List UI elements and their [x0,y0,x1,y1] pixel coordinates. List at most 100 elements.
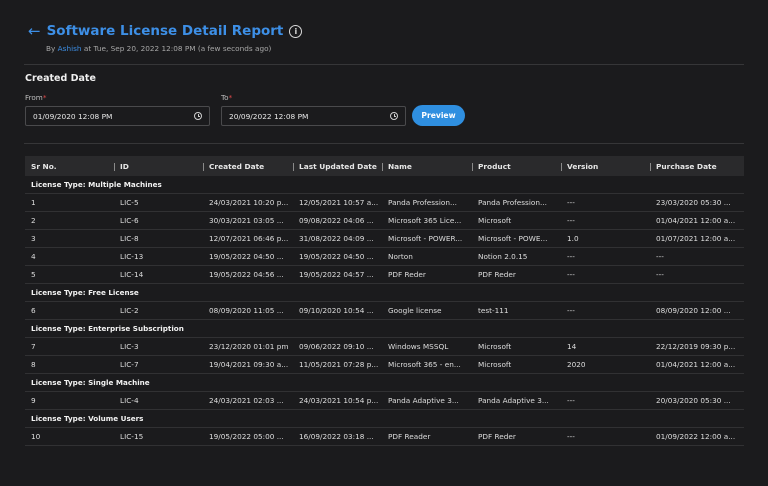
preview-button[interactable]: Preview [412,105,465,126]
table-cell: LIC-2 [120,306,139,315]
column-header-sr-no[interactable]: Sr No. [25,162,114,171]
table-cell: --- [656,252,664,261]
table-row[interactable]: 8 LIC-7 19/04/2021 09:30 a... 11/05/2021 07… [25,356,744,374]
table-cell: PDF Reder [478,270,516,279]
column-header-id[interactable]: ID [114,162,203,171]
table-cell: 19/05/2022 04:50 ... [299,252,374,261]
table-cell: 31/08/2022 04:09 ... [299,234,374,243]
to-date-value: 20/09/2022 12:08 PM [229,111,309,121]
license-table: Sr No. ID Created Date Last Updated Date… [25,156,744,446]
table-cell: 08/09/2020 12:00 ... [656,306,731,315]
table-cell: test-111 [478,306,509,315]
table-cell: 24/03/2021 02:03 ... [209,396,284,405]
table-cell: --- [567,396,575,405]
table-cell: 2 [31,216,36,225]
header-divider [24,64,744,65]
from-date-input[interactable]: 01/09/2020 12:08 PM [25,106,210,126]
table-cell: 30/03/2021 03:05 ... [209,216,284,225]
report-byline: By Ashish at Tue, Sep 20, 2022 12:08 PM … [46,44,302,53]
table-row[interactable]: 7 LIC-3 23/12/2020 01:01 pm 09/06/2022 09:1… [25,338,744,356]
table-cell: 22/12/2019 09:30 p... [656,342,736,351]
table-cell: 23/03/2020 05:30 ... [656,198,731,207]
table-cell: 4 [31,252,36,261]
clock-icon[interactable] [194,112,202,120]
back-arrow-icon[interactable]: ← [28,22,41,40]
clock-icon[interactable] [390,112,398,120]
table-cell: LIC-3 [120,342,139,351]
column-header-product[interactable]: Product [472,162,561,171]
table-cell: 7 [31,342,36,351]
table-cell: PDF Reder [388,270,426,279]
table-row[interactable]: 4 LIC-13 19/05/2022 04:50 ... 19/05/2022 04… [25,248,744,266]
byline-prefix: By [46,44,58,53]
table-cell: LIC-8 [120,234,139,243]
table-cell: 24/03/2021 10:54 p... [299,396,379,405]
table-row[interactable]: 5 LIC-14 19/05/2022 04:56 ... 19/05/2022 04… [25,266,744,284]
group-header: License Type: Single Machine [25,374,744,392]
table-cell: 09/06/2022 09:10 ... [299,342,374,351]
table-row[interactable]: 1 LIC-5 24/03/2021 10:20 p... 12/05/2021 10… [25,194,744,212]
table-cell: 20/03/2020 05:30 ... [656,396,731,405]
table-cell: 12/05/2021 10:57 a... [299,198,379,207]
info-icon[interactable]: i [289,24,303,38]
table-header: Sr No. ID Created Date Last Updated Date… [25,156,744,176]
table-cell: 9 [31,396,36,405]
table-row[interactable]: 6 LIC-2 08/09/2020 11:05 ... 09/10/2020 10:… [25,302,744,320]
table-cell: 10 [31,432,41,441]
table-cell: LIC-5 [120,198,139,207]
table-cell: PDF Reder [478,432,516,441]
table-cell: 8 [31,360,36,369]
table-cell: 09/10/2020 10:54 ... [299,306,374,315]
table-row[interactable]: 9 LIC-4 24/03/2021 02:03 ... 24/03/2021 10:… [25,392,744,410]
table-cell: Panda Adaptive 3... [388,396,459,405]
to-date-input[interactable]: 20/09/2022 12:08 PM [221,106,406,126]
table-cell: 1 [31,198,36,207]
group-header: License Type: Volume Users [25,410,744,428]
column-header-version[interactable]: Version [561,162,650,171]
to-label: To* [221,93,232,102]
table-row[interactable]: 10 LIC-15 19/05/2022 05:00 ... 16/09/2022 0… [25,428,744,446]
table-cell: --- [567,252,575,261]
table-cell: Windows MSSQL [388,342,449,351]
column-header-name[interactable]: Name [382,162,472,171]
table-cell: 2020 [567,360,586,369]
group-header: License Type: Free License [25,284,744,302]
title-row: ← Software License Detail Report i [28,22,303,40]
table-cell: 6 [31,306,36,315]
table-cell: 12/07/2021 06:46 p... [209,234,289,243]
table-cell: Microsoft - POWER... [388,234,463,243]
table-row[interactable]: 3 LIC-8 12/07/2021 06:46 p... 31/08/2022 04… [25,230,744,248]
table-cell: LIC-14 [120,270,144,279]
table-cell: 11/05/2021 07:28 p... [299,360,379,369]
table-cell: 16/09/2022 03:18 ... [299,432,374,441]
table-cell: Panda Profession... [388,198,457,207]
table-cell: Microsoft - POWE... [478,234,548,243]
table-cell: 1.0 [567,234,579,243]
author-link[interactable]: Ashish [58,44,82,53]
table-cell: 3 [31,234,36,243]
group-header: License Type: Multiple Machines [25,176,744,194]
table-cell: 01/04/2021 12:00 a... [656,360,736,369]
table-cell: 14 [567,342,577,351]
group-header: License Type: Enterprise Subscription [25,320,744,338]
table-cell: 19/05/2022 04:56 ... [209,270,284,279]
required-mark: * [228,93,233,102]
column-header-purchase-date[interactable]: Purchase Date [650,162,744,171]
table-cell: --- [567,270,575,279]
table-cell: LIC-4 [120,396,139,405]
required-mark: * [42,93,47,102]
table-cell: 01/04/2021 12:00 a... [656,216,736,225]
byline-timestamp: at Tue, Sep 20, 2022 12:08 PM (a few sec… [81,44,272,53]
table-cell: Microsoft [478,216,512,225]
table-cell: Microsoft 365 Lice... [388,216,462,225]
table-cell: --- [656,270,664,279]
table-cell: LIC-13 [120,252,144,261]
table-row[interactable]: 2 LIC-6 30/03/2021 03:05 ... 09/08/2022 04:… [25,212,744,230]
table-cell: 09/08/2022 04:06 ... [299,216,374,225]
table-body: License Type: Multiple Machines 1 LIC-5 24/… [25,176,744,446]
table-cell: 19/05/2022 04:50 ... [209,252,284,261]
column-header-last-updated-date[interactable]: Last Updated Date [293,162,382,171]
column-header-created-date[interactable]: Created Date [203,162,293,171]
table-cell: 19/04/2021 09:30 a... [209,360,289,369]
from-label-text: From [25,93,43,102]
